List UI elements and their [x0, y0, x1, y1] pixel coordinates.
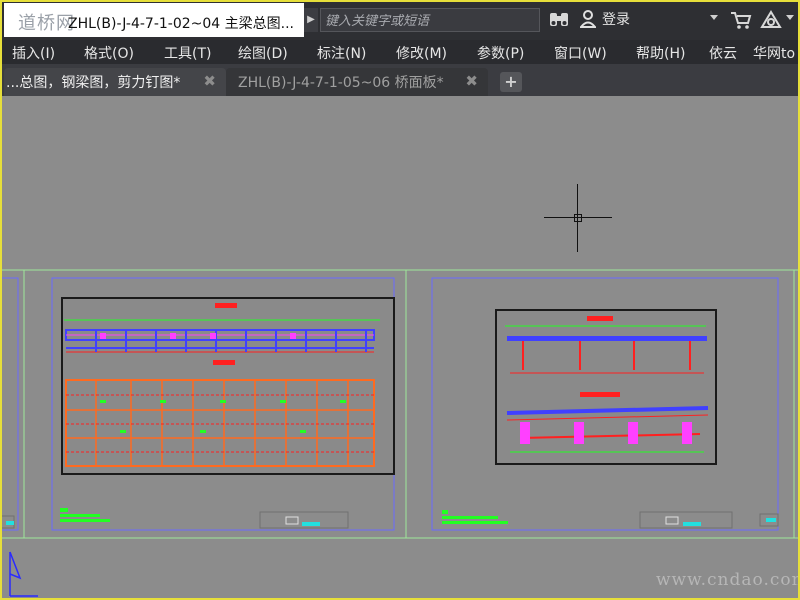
site-logo: 道桥网 [18, 13, 75, 34]
exchange-icon[interactable] [760, 10, 782, 30]
search-box[interactable] [320, 8, 545, 33]
menu-window[interactable]: 窗口(W) [554, 43, 607, 63]
document-title: ZHL(B)-J-4-7-1-02~04 主梁总图... [68, 16, 294, 32]
title-mark [215, 303, 237, 308]
tab-label: ZHL(B)-J-4-7-1-05~06 桥面板* [238, 75, 444, 91]
viewport-left [61, 297, 395, 475]
drawing-layouts [0, 269, 800, 597]
new-tab-button[interactable]: + [500, 72, 522, 92]
binoculars-icon[interactable] [548, 10, 570, 30]
search-input[interactable] [321, 9, 545, 33]
sheet-frame-partial [0, 277, 19, 531]
drawing-canvas[interactable] [0, 96, 800, 600]
menu-insert[interactable]: 插入(I) [12, 43, 55, 63]
deck-section [507, 336, 707, 341]
menu-draw[interactable]: 绘图(D) [238, 43, 288, 63]
menu-format[interactable]: 格式(O) [84, 43, 134, 63]
menu-help[interactable]: 帮助(H) [636, 43, 685, 63]
tab-deck-slab[interactable]: ZHL(B)-J-4-7-1-05~06 桥面板* ✖ [226, 68, 488, 96]
menu-modify[interactable]: 修改(M) [396, 43, 447, 63]
user-icon [580, 10, 596, 28]
cart-icon[interactable] [730, 10, 752, 30]
login-label: 登录 [602, 12, 630, 28]
menu-tools[interactable]: 工具(T) [164, 43, 211, 63]
login-button[interactable]: 登录 [580, 9, 630, 29]
title-area: 道桥网 ZHL(B)-J-4-7-1-02~04 主梁总图... [4, 3, 304, 37]
menu-bar: 插入(I) 格式(O) 工具(T) 绘图(D) 标注(N) 修改(M) 参数(P… [0, 40, 800, 64]
search-expand-button[interactable]: ▶ [304, 8, 318, 32]
watermark: www.cndao.com [656, 570, 800, 590]
close-icon[interactable]: ✖ [465, 72, 478, 90]
menu-parametric[interactable]: 参数(P) [477, 43, 524, 63]
document-tab-bar: ...总图，钢梁图，剪力钉图* ✖ ZHL(B)-J-4-7-1-05~06 桥… [0, 64, 800, 96]
tab-label: ...总图，钢梁图，剪力钉图* [6, 75, 181, 91]
ucs-icon [9, 551, 38, 597]
menu-huawang[interactable]: 华网to [753, 43, 795, 63]
title-bar: 道桥网 ZHL(B)-J-4-7-1-02~04 主梁总图... ▶ 登录 [0, 0, 800, 40]
menu-yiyun[interactable]: 依云 [709, 43, 737, 63]
close-icon[interactable]: ✖ [203, 72, 216, 90]
login-dropdown-icon[interactable] [710, 15, 718, 20]
exchange-dropdown-icon[interactable] [786, 15, 794, 20]
tab-main-girder[interactable]: ...总图，钢梁图，剪力钉图* ✖ [4, 68, 226, 96]
crosshair-pickbox [574, 214, 582, 222]
menu-dimension[interactable]: 标注(N) [317, 43, 366, 63]
